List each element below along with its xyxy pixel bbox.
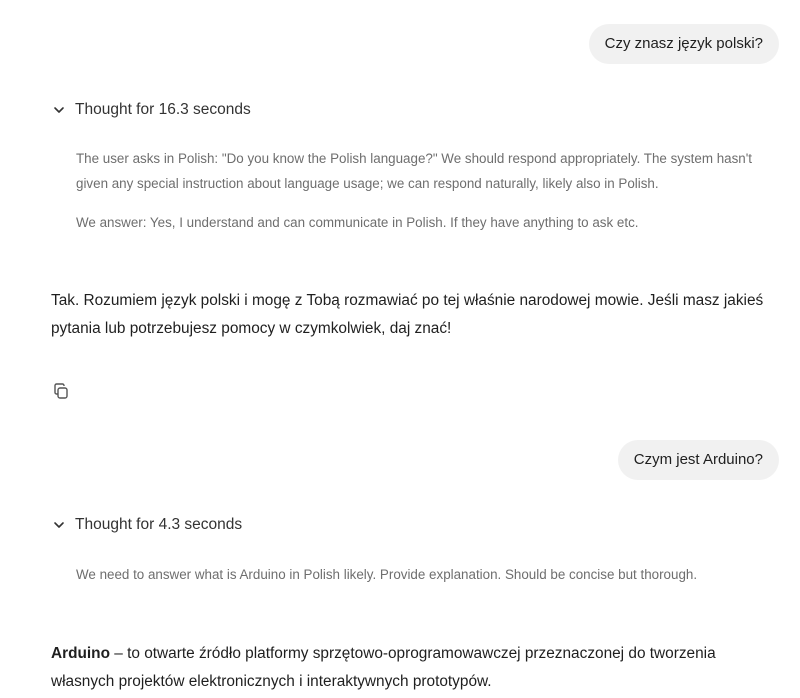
thought-paragraph: We answer: Yes, I understand and can com… [76,215,639,230]
thought-toggle[interactable]: Thought for 4.3 seconds [52,513,242,537]
thought-toggle[interactable]: Thought for 16.3 seconds [52,98,251,122]
chevron-down-icon [52,518,66,532]
thought-label: Thought for 4.3 seconds [75,516,243,533]
answer-definition: – to otwarte źródło platformy sprzętowo-… [51,645,716,690]
assistant-answer: Arduino – to otwarte źródło platformy sp… [51,640,771,696]
user-message-bubble: Czym jest Arduino? [617,440,779,480]
chevron-down-icon [52,103,66,117]
answer-term: Arduino [51,645,110,662]
chat-page: Czy znasz język polski? Thought for 16.3… [0,0,800,698]
thought-paragraph: The user asks in Polish: "Do you know th… [76,151,753,191]
copy-icon [52,382,70,405]
copy-button[interactable] [50,382,72,404]
assistant-answer: Tak. Rozumiem język polski i mogę z Tobą… [51,292,764,337]
user-message-bubble: Czy znasz język polski? [588,24,779,64]
thought-label: Thought for 16.3 seconds [75,101,251,118]
thought-paragraph: We need to answer what is Arduino in Pol… [76,567,698,582]
